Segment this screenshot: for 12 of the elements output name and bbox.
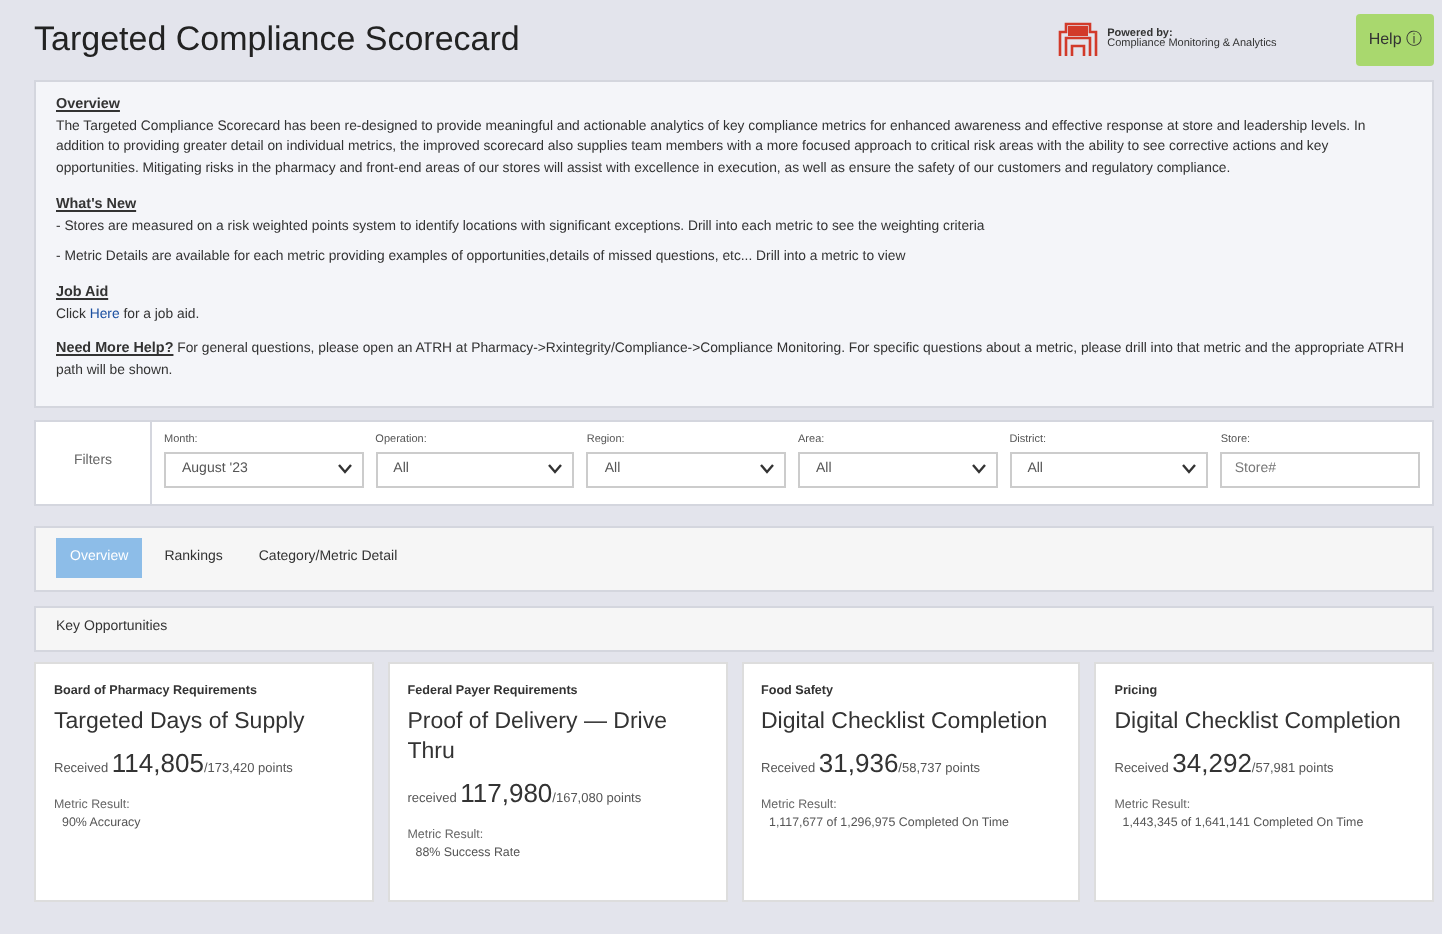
caret-icon	[337, 464, 352, 475]
metric-title: Targeted Days of Supply	[54, 708, 307, 739]
caret-icon	[548, 464, 563, 475]
help-button[interactable]: Help ⓘ	[1356, 14, 1434, 66]
caret-icon	[1182, 464, 1197, 475]
caret-icon	[760, 464, 775, 475]
metric-title: Digital Checklist Completion	[1114, 708, 1403, 739]
page-title: Targeted Compliance Scorecard	[34, 19, 520, 61]
caret-icon	[971, 464, 986, 475]
metric-title: Proof of Delivery — Drive Thru	[407, 708, 669, 769]
logo-icon	[1055, 22, 1100, 58]
metric-title: Digital Checklist Completion	[761, 708, 1050, 739]
